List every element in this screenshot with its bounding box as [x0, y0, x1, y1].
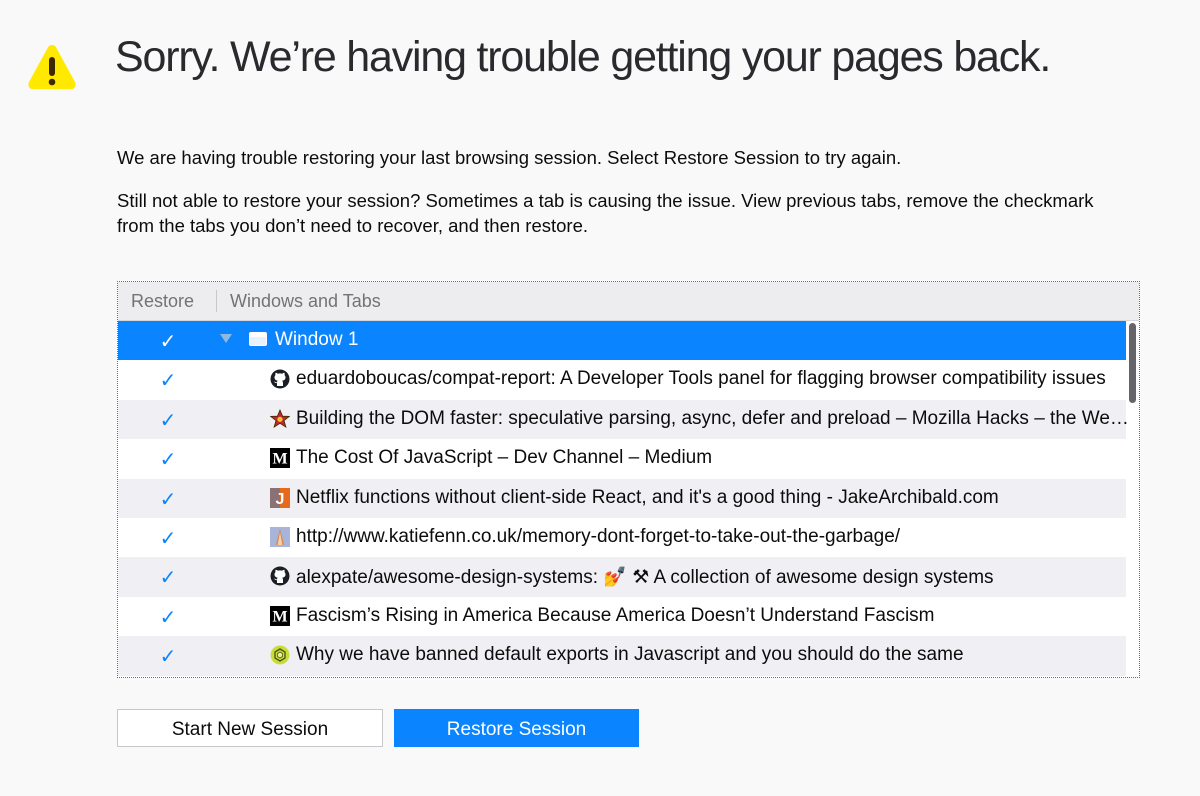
window-label: Window 1 — [275, 329, 359, 350]
svg-text:J: J — [276, 491, 285, 508]
tab-title: The Cost Of JavaScript – Dev Channel – M… — [296, 447, 713, 469]
tab-title: eduardoboucas/compat-report: A Developer… — [296, 368, 1106, 390]
tab-title: Building the DOM faster: speculative par… — [296, 407, 1131, 429]
tab-title: Fascism’s Rising in America Because Amer… — [296, 604, 935, 626]
tab-row[interactable]: ✓ http://www.katiefenn.co.uk/memory-dont… — [118, 518, 1126, 558]
page-title: Sorry. We’re having trouble getting your… — [115, 33, 1051, 81]
mozilla-hacks-star-icon — [270, 408, 290, 428]
start-new-session-button[interactable]: Start New Session — [117, 709, 383, 747]
tab-title: http://www.katiefenn.co.uk/memory-dont-f… — [296, 526, 901, 547]
tab-title: Netflix functions without client-side Re… — [296, 486, 999, 508]
tab-row[interactable]: ✓ Building the DOM faster: speculative p… — [118, 399, 1131, 440]
window-row[interactable]: ✓ Window 1 — [118, 321, 1126, 361]
tab-row[interactable]: ✓ alexpate/awesome-design-systems: 💅 ⚒ A… — [118, 557, 1126, 597]
restore-checkbox[interactable]: ✓ — [158, 447, 178, 472]
tree-header: Restore Windows and Tabs — [118, 282, 1139, 321]
column-header-restore[interactable]: Restore — [131, 291, 194, 312]
svg-text:M: M — [272, 608, 287, 625]
restore-checkbox[interactable]: ✓ — [158, 605, 178, 630]
window-icon — [249, 332, 267, 346]
hexagon-icon — [270, 645, 290, 665]
tab-title: Why we have banned default exports in Ja… — [296, 644, 964, 666]
restore-checkbox[interactable]: ✓ — [158, 487, 178, 512]
medium-icon: M — [270, 448, 290, 469]
restore-session-button[interactable]: Restore Session — [394, 709, 639, 747]
tab-row[interactable]: ✓ J Netflix functions without client-sid… — [118, 478, 1126, 518]
tab-row[interactable]: ✓ Why we have banned default exports in … — [118, 636, 1126, 676]
tab-title: alexpate/awesome-design-systems: 💅 ⚒ A c… — [296, 567, 994, 589]
tree-scrollbar[interactable] — [1129, 323, 1136, 403]
help-text: Still not able to restore your session? … — [117, 190, 1094, 236]
restore-checkbox[interactable]: ✓ — [158, 526, 178, 551]
restore-checkbox[interactable]: ✓ — [158, 408, 178, 433]
tab-row[interactable]: ✓ eduardoboucas/compat-report: A Develop… — [118, 360, 1126, 400]
github-icon — [270, 566, 290, 586]
github-icon — [270, 369, 290, 389]
warning-icon — [28, 45, 76, 89]
katiefenn-icon — [270, 527, 290, 547]
tab-row[interactable]: ✓ M Fascism’s Rising in America Because … — [118, 596, 1126, 637]
session-tree[interactable]: Restore Windows and Tabs ✓ Window 1 ✓ ed… — [117, 281, 1140, 678]
restore-checkbox[interactable]: ✓ — [158, 565, 178, 590]
column-header-windows-and-tabs[interactable]: Windows and Tabs — [230, 291, 381, 312]
tab-row[interactable]: ✓ M The Cost Of JavaScript – Dev Channel… — [118, 439, 1126, 479]
restore-checkbox[interactable]: ✓ — [158, 329, 178, 354]
intro-text: We are having trouble restoring your las… — [117, 147, 902, 168]
restore-checkbox[interactable]: ✓ — [158, 368, 178, 393]
restore-checkbox[interactable]: ✓ — [158, 644, 178, 669]
expand-twisty-icon[interactable] — [220, 334, 232, 343]
column-separator — [216, 290, 217, 312]
medium-icon: M — [270, 605, 290, 626]
jakearchibald-icon: J — [270, 487, 290, 508]
svg-text:M: M — [272, 451, 287, 468]
